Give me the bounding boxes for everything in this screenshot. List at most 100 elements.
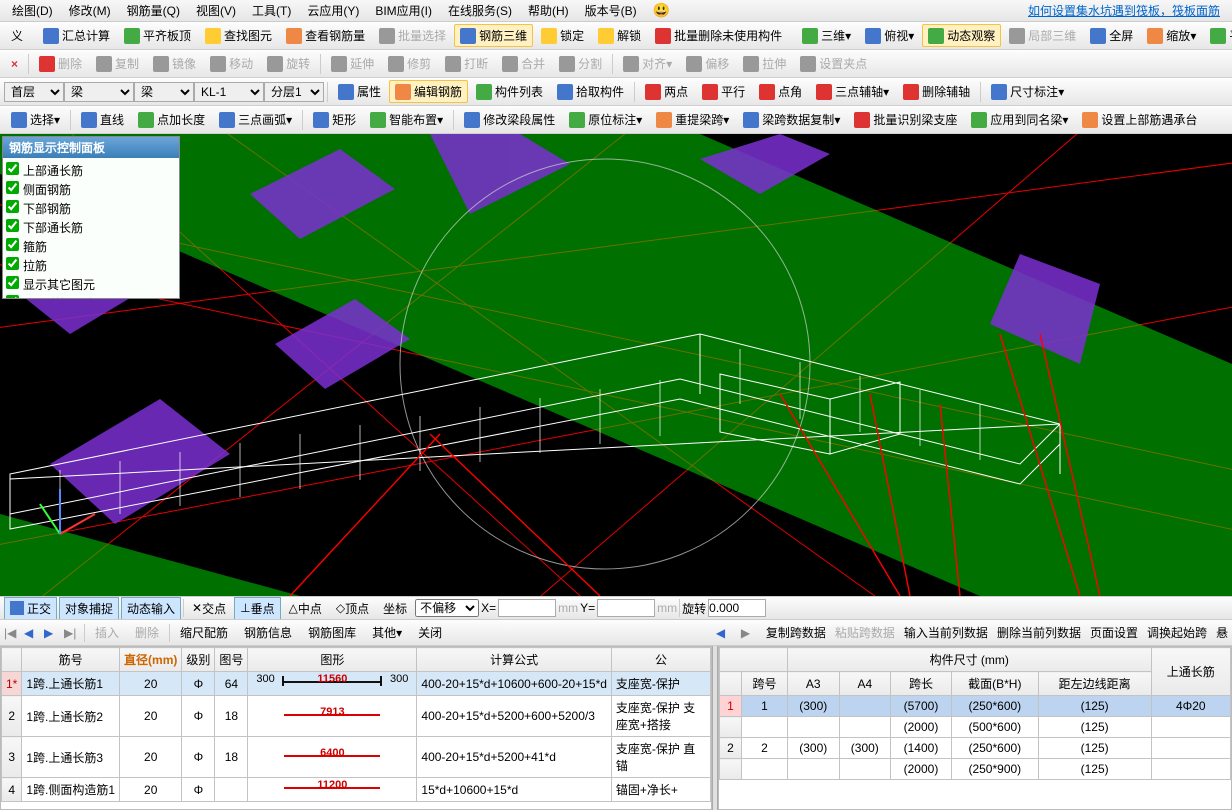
arc-tool[interactable]: 三点画弧 ▾: [213, 108, 298, 131]
menu-help[interactable]: 帮助(H): [520, 2, 577, 19]
osnap-toggle[interactable]: 对象捕捉: [59, 597, 119, 620]
3d-view-button[interactable]: 三维 ▾: [796, 24, 857, 47]
rotate-input[interactable]: [708, 599, 766, 617]
y-input[interactable]: [597, 599, 655, 617]
ortho-toggle[interactable]: 正交: [4, 597, 57, 620]
table-row[interactable]: 31跨.上通长筋320Φ186400400-20+15*d+5200+41*d支…: [2, 737, 711, 778]
close-panel-button[interactable]: 关闭: [412, 622, 448, 643]
insert-row-button[interactable]: 插入: [89, 622, 125, 643]
delete-current-col-button[interactable]: 删除当前列数据: [997, 624, 1081, 641]
subcategory-select[interactable]: 梁: [134, 82, 194, 102]
point-angle-button[interactable]: 点角: [753, 80, 808, 103]
table-row[interactable]: 41跨.侧面构造筋120Φ1120015*d+10600+15*d锚固+净长+: [2, 778, 711, 802]
prev-record-icon[interactable]: ◀: [24, 626, 38, 640]
break-button[interactable]: 打断: [439, 52, 494, 75]
right-th[interactable]: A3: [787, 672, 839, 696]
next-record-icon[interactable]: ▶: [44, 626, 58, 640]
rebar-3d-button[interactable]: 钢筋三维: [454, 24, 533, 47]
copy-button[interactable]: 复制: [90, 52, 145, 75]
right-th[interactable]: 跨长: [891, 672, 952, 696]
layer-select[interactable]: 分层1: [264, 82, 324, 102]
line-tool[interactable]: 直线: [75, 108, 130, 131]
rt-next-icon[interactable]: ▶: [741, 626, 755, 640]
in-situ-annotate-button[interactable]: 原位标注 ▾: [563, 108, 648, 131]
copy-span-data-button[interactable]: 复制跨数据: [766, 624, 826, 641]
trim-button[interactable]: 修剪: [382, 52, 437, 75]
lock-button[interactable]: 锁定: [535, 24, 590, 47]
left-th[interactable]: 图形: [248, 648, 417, 672]
orbit-button[interactable]: 动态观察: [922, 24, 1001, 47]
three-point-axis-button[interactable]: 三点辅轴 ▾: [810, 80, 895, 103]
grip-button[interactable]: 设置夹点: [794, 52, 873, 75]
menu-draw[interactable]: 绘图(D): [4, 2, 61, 19]
member-list-button[interactable]: 构件列表: [470, 80, 549, 103]
member-select[interactable]: KL-1: [194, 82, 264, 102]
delete-row-button[interactable]: 删除: [129, 622, 165, 643]
paste-span-data-button[interactable]: 粘贴跨数据: [835, 624, 895, 641]
properties-button[interactable]: 属性: [332, 80, 387, 103]
right-th[interactable]: 跨号: [742, 672, 788, 696]
rebar-option[interactable]: 上部通长筋: [6, 161, 176, 180]
left-th[interactable]: 筋号: [22, 648, 120, 672]
left-th[interactable]: 公: [611, 648, 710, 672]
cantilever-button[interactable]: 悬: [1216, 624, 1228, 641]
rebar-display-panel[interactable]: 钢筋显示控制面板 上部通长筋侧面钢筋下部钢筋下部通长筋箍筋拉筋显示其它图元显示详…: [2, 136, 180, 299]
table-row[interactable]: 1*1跨.上通长筋120Φ6430011560300400-20+15*d+10…: [2, 672, 711, 696]
category-select[interactable]: 梁: [64, 82, 134, 102]
smart-layout-button[interactable]: 智能布置 ▾: [364, 108, 449, 131]
split-button[interactable]: 分割: [553, 52, 608, 75]
rebar-info-button[interactable]: 钢筋信息: [238, 622, 298, 643]
extend-button[interactable]: 延伸: [325, 52, 380, 75]
pan-button[interactable]: 平移 ▾: [1204, 24, 1232, 47]
intersection-snap[interactable]: ✕ 交点: [186, 597, 232, 620]
rebar-detail-table[interactable]: 筋号直径(mm)级别图号图形计算公式公1*1跨.上通长筋120Φ64300115…: [0, 646, 712, 810]
dyn-input-toggle[interactable]: 动态输入: [121, 597, 181, 620]
pick-member-button[interactable]: 拾取构件: [551, 80, 630, 103]
rect-tool[interactable]: 矩形: [307, 108, 362, 131]
two-point-button[interactable]: 两点: [639, 80, 694, 103]
right-th[interactable]: [720, 672, 742, 696]
floor-select[interactable]: 首层: [4, 82, 64, 102]
menu-tools[interactable]: 工具(T): [244, 2, 299, 19]
help-link[interactable]: 如何设置集水坑遇到筏板，筏板面筋: [1020, 2, 1228, 19]
midpoint-snap[interactable]: △ 中点: [283, 597, 328, 620]
delete-axis-button[interactable]: 删除辅轴: [897, 80, 976, 103]
menu-cloud[interactable]: 云应用(Y): [299, 2, 367, 19]
batch-delete-unused-button[interactable]: 批量删除未使用构件: [649, 24, 788, 47]
member-size-table[interactable]: 构件尺寸 (mm)上通长筋跨号A3A4跨长截面(B*H)距左边线距离11(300…: [718, 646, 1232, 810]
right-th[interactable]: 截面(B*H): [951, 672, 1038, 696]
endpoint-snap[interactable]: ◇ 顶点: [330, 597, 375, 620]
rotate-button[interactable]: 旋转: [261, 52, 316, 75]
fullscreen-button[interactable]: 全屏: [1084, 24, 1139, 47]
menu-version[interactable]: 版本号(B): [577, 2, 645, 19]
delete-button[interactable]: 删除: [33, 52, 88, 75]
left-th[interactable]: 图号: [215, 648, 248, 672]
partial-left-item[interactable]: 义: [5, 24, 29, 47]
menu-modify[interactable]: 修改(M): [61, 2, 119, 19]
move-button[interactable]: 移动: [204, 52, 259, 75]
edit-rebar-button[interactable]: 编辑钢筋: [389, 80, 468, 103]
rebar-option[interactable]: 箍筋: [6, 237, 176, 256]
offset-select[interactable]: 不偏移: [415, 599, 479, 617]
rebar-option[interactable]: 拉筋: [6, 256, 176, 275]
view-rebar-qty-button[interactable]: 查看钢筋量: [280, 24, 371, 47]
unlock-button[interactable]: 解锁: [592, 24, 647, 47]
page-setup-button[interactable]: 页面设置: [1090, 624, 1138, 641]
left-th[interactable]: [2, 648, 22, 672]
rebar-option[interactable]: 显示详细公式: [6, 294, 176, 298]
point-length-tool[interactable]: 点加长度: [132, 108, 211, 131]
flush-slab-button[interactable]: 平齐板顶: [118, 24, 197, 47]
modify-beam-seg-button[interactable]: 修改梁段属性: [458, 108, 561, 131]
rebar-option[interactable]: 显示其它图元: [6, 275, 176, 294]
parallel-button[interactable]: 平行: [696, 80, 751, 103]
select-tool[interactable]: 选择 ▾: [5, 108, 66, 131]
table-row[interactable]: 22(300)(300)(1400)(250*600)(125): [720, 738, 1231, 759]
stretch-button[interactable]: 拉伸: [737, 52, 792, 75]
table-row[interactable]: (2000)(250*900)(125): [720, 759, 1231, 780]
table-row[interactable]: (2000)(500*600)(125): [720, 717, 1231, 738]
input-current-col-button[interactable]: 输入当前列数据: [904, 624, 988, 641]
batch-recognize-support-button[interactable]: 批量识别梁支座: [848, 108, 963, 131]
coord-snap[interactable]: 坐标: [377, 597, 413, 620]
span-data-copy-button[interactable]: 梁跨数据复制 ▾: [737, 108, 846, 131]
set-top-bar-pile-button[interactable]: 设置上部筋遇承台: [1076, 108, 1203, 131]
